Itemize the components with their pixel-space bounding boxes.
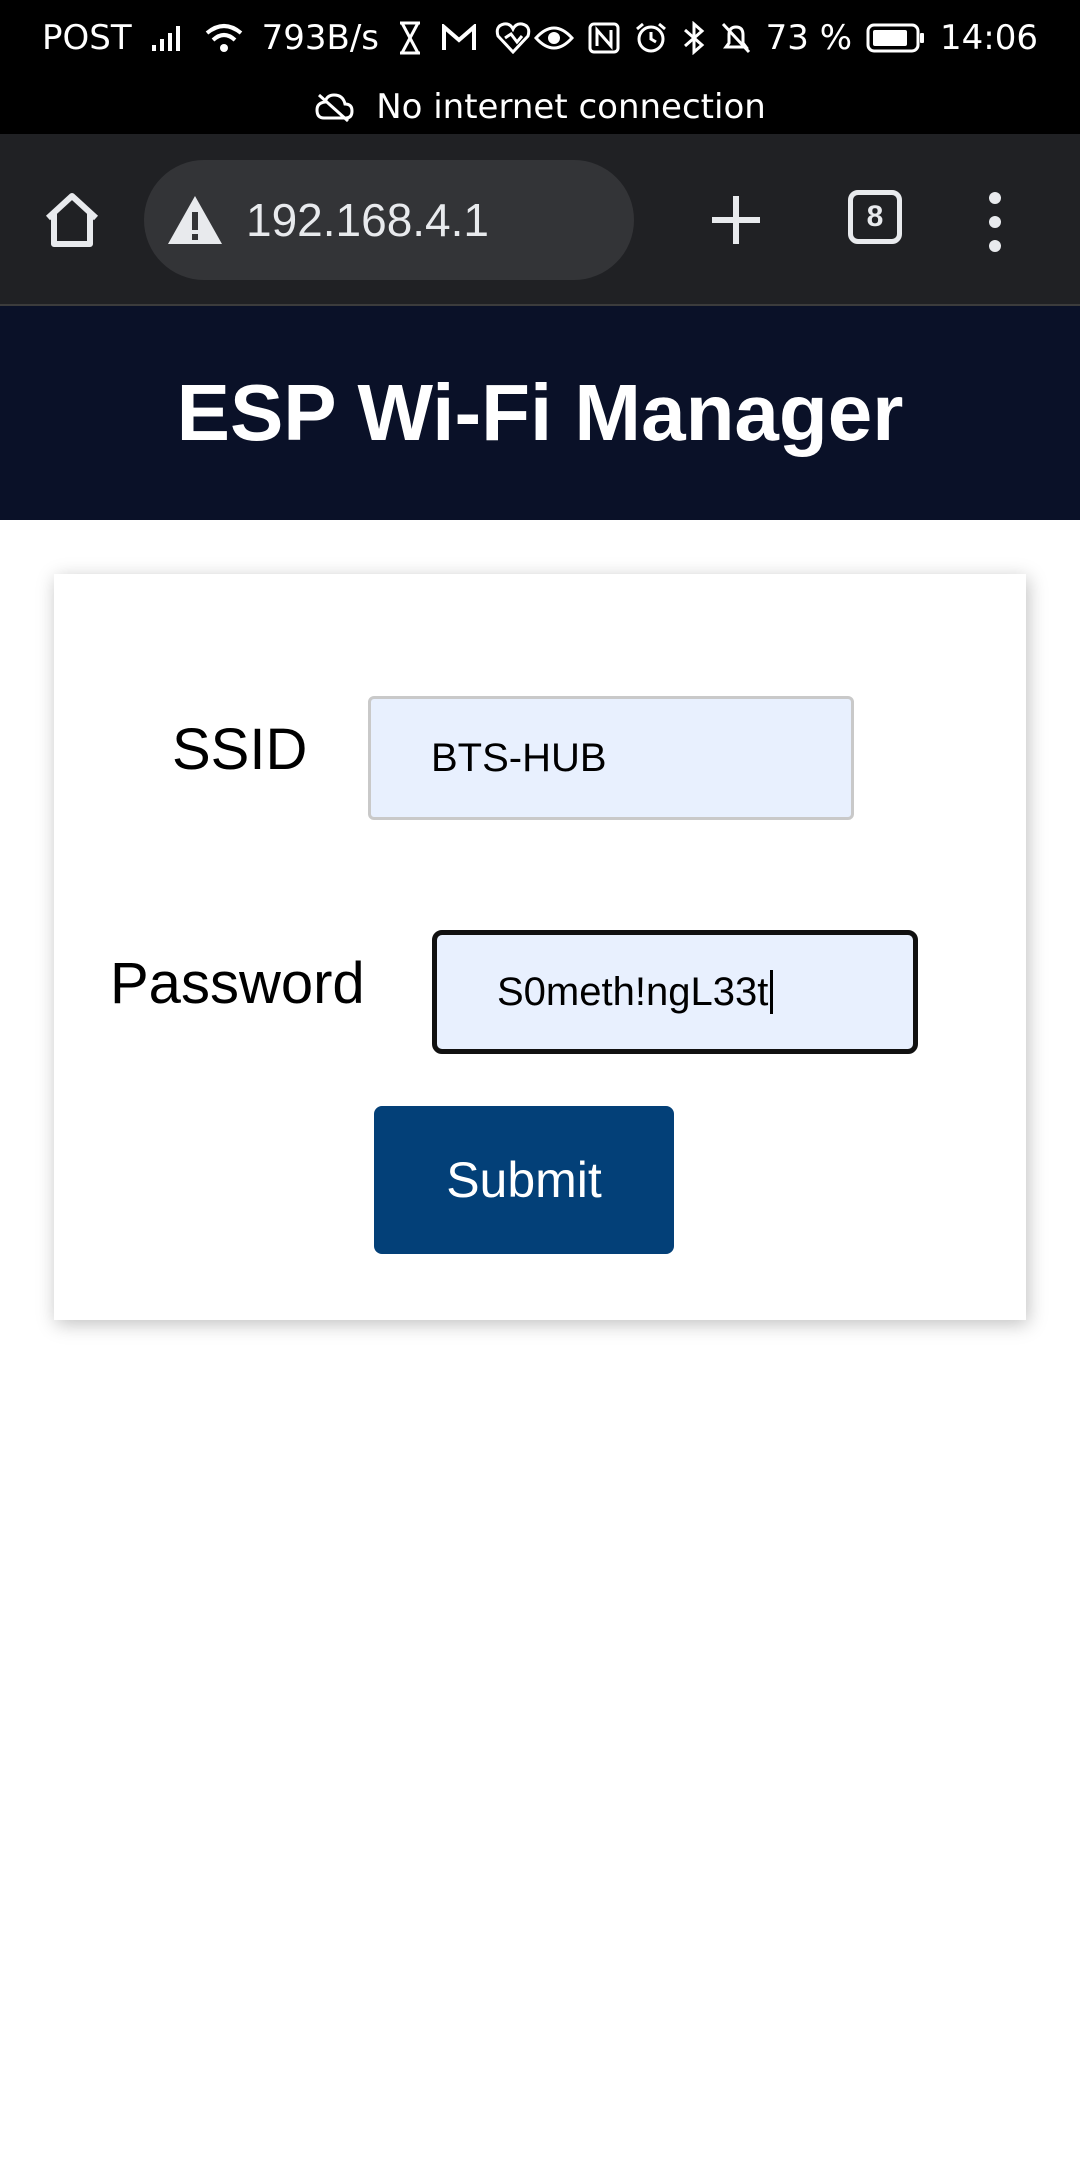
password-input-value: S0meth!ngL33t	[497, 969, 769, 1014]
page-title: ESP Wi-Fi Manager	[176, 368, 904, 457]
alarm-icon	[635, 22, 666, 53]
new-tab-icon[interactable]	[706, 190, 766, 250]
ssid-label: SSID	[172, 717, 308, 782]
bluetooth-icon	[683, 21, 704, 55]
submit-button-label: Submit	[446, 1152, 602, 1208]
tab-switcher-button[interactable]: 8	[848, 190, 902, 244]
eye-icon	[533, 26, 574, 50]
page-header: ESP Wi-Fi Manager	[0, 306, 1080, 520]
network-speed: 793B/s	[261, 18, 380, 58]
signal-icon	[151, 26, 180, 51]
text-caret	[770, 970, 774, 1014]
nfc-icon	[588, 22, 620, 54]
clock: 14:06	[940, 18, 1038, 58]
ssid-input-value: BTS-HUB	[431, 735, 607, 780]
status-bar: POST 793B/s 73 % 14:06 No internet conne…	[0, 0, 1080, 134]
hourglass-icon	[400, 21, 421, 55]
battery-icon	[866, 23, 925, 53]
wifi-icon	[205, 24, 242, 52]
url-text[interactable]: 192.168.4.1	[246, 193, 489, 247]
ssid-input[interactable]: BTS-HUB	[368, 696, 854, 820]
connection-banner-text: No internet connection	[376, 87, 766, 127]
more-vert-icon[interactable]	[980, 190, 1010, 254]
bell-off-icon	[721, 22, 750, 54]
status-row: POST 793B/s 73 % 14:06	[0, 10, 1080, 66]
battery-percent: 73 %	[765, 18, 853, 58]
status-left: POST 793B/s	[42, 10, 549, 66]
browser-toolbar: 192.168.4.1 8	[0, 134, 1080, 306]
address-bar[interactable]: 192.168.4.1	[144, 160, 634, 280]
tab-count: 8	[866, 200, 884, 233]
password-label: Password	[110, 951, 365, 1016]
status-right: 73 % 14:06	[520, 10, 1038, 66]
cloud-off-icon	[315, 93, 354, 122]
carrier-name: POST	[42, 18, 132, 58]
warning-icon[interactable]	[166, 194, 224, 246]
gmail-icon	[442, 24, 477, 50]
password-input[interactable]: S0meth!ngL33t	[432, 930, 918, 1054]
connection-banner: No internet connection	[0, 80, 1080, 134]
home-icon[interactable]	[40, 188, 104, 252]
submit-button[interactable]: Submit	[374, 1106, 674, 1254]
wifi-form-card: SSID BTS-HUB Password S0meth!ngL33t Subm…	[54, 574, 1026, 1320]
